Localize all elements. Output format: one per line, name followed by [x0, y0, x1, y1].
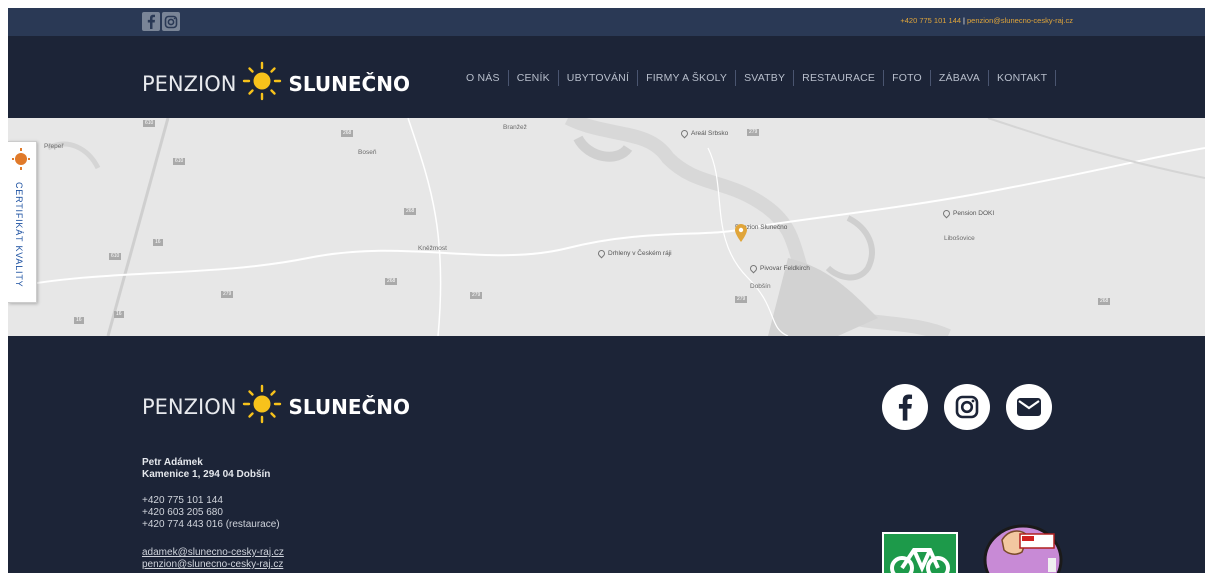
nav-item-firmy-a-skoly[interactable]: FIRMY A ŠKOLY	[638, 70, 737, 86]
footer-logo[interactable]: PENZION SLUNEČNO	[142, 384, 410, 429]
road-number: 279	[735, 296, 748, 303]
facebook-small-icon[interactable]	[142, 12, 160, 31]
road-number: 16	[74, 317, 84, 324]
certificate-sun-icon	[12, 148, 30, 170]
map-pin-icon	[596, 248, 607, 259]
map-poi-label: Pivovar Feldkirch	[760, 265, 810, 272]
phone-3[interactable]: +420 774 443 016 (restaurace)	[142, 519, 280, 530]
nav-item-zabava[interactable]: ZÁBAVA	[931, 70, 989, 86]
phone-2[interactable]: +420 603 205 680	[142, 507, 223, 518]
map-poi-label: Pension DOKI	[953, 210, 995, 217]
map-poi-label: Areál Srbsko	[691, 130, 729, 137]
map-poi-main[interactable]: Penzion Slunečno	[735, 224, 787, 242]
road-number: 279	[747, 129, 760, 136]
badge-green-area	[884, 534, 956, 573]
page-frame: +420 775 101 144 | penzion@slunecno-cesky-…	[8, 8, 1205, 573]
road-number: 610	[143, 120, 156, 127]
email-adamek[interactable]: adamek@slunecno-cesky-raj.cz	[142, 547, 284, 558]
logo-word-slunecno: SLUNEČNO	[288, 394, 410, 419]
family-friendly-badge[interactable]	[978, 522, 1068, 573]
map-pin-icon	[941, 208, 952, 219]
nav-item-ubytovani[interactable]: UBYTOVÁNÍ	[559, 70, 639, 86]
main-nav: O NÁS CENÍK UBYTOVÁNÍ FIRMY A ŠKOLY SVAT…	[458, 70, 1057, 86]
nav-item-kontakt[interactable]: KONTAKT	[989, 70, 1057, 86]
road-number: 16	[114, 311, 124, 318]
top-email[interactable]: penzion@slunecno-cesky-raj.cz	[967, 16, 1073, 25]
owner-address: Kamenice 1, 294 04 Dobšín	[142, 469, 271, 480]
bicycle-icon	[890, 548, 950, 573]
header-logo[interactable]: PENZION SLUNEČNO	[142, 61, 410, 106]
map-pin-icon	[679, 128, 690, 139]
road-number: 610	[109, 253, 122, 260]
top-social	[142, 12, 180, 31]
nav-item-svatby[interactable]: SVATBY	[736, 70, 795, 86]
road-number: 16	[153, 239, 163, 246]
map-poi[interactable]: Drhleny v Českém ráji	[596, 248, 672, 259]
map-place-label: Kněžmost	[418, 245, 447, 252]
road-number: 268	[385, 278, 398, 285]
sun-icon	[242, 384, 282, 429]
map-place-label: Přepeř	[44, 143, 64, 150]
certificate-label: CERTIFIKÁT KVALITY	[14, 182, 24, 288]
map-place-label: Dobšín	[750, 283, 771, 290]
nav-item-foto[interactable]: FOTO	[884, 70, 931, 86]
nav-item-cenik[interactable]: CENÍK	[509, 70, 559, 86]
main-location-pin-icon	[735, 224, 747, 242]
email-link-2[interactable]: penzion@slunecno-cesky-raj.cz	[142, 559, 283, 570]
header: PENZION SLUNEČNO O NÁS CENÍK UBYTOVÁNÍ F…	[8, 36, 1205, 118]
logo-word-penzion: PENZION	[142, 394, 237, 419]
top-contact: +420 775 101 144 | penzion@slunecno-cesky-…	[900, 16, 1073, 25]
cyclists-welcome-badge[interactable]	[882, 532, 958, 573]
map-place-label: Branžež	[503, 124, 527, 131]
certificate-tab[interactable]: CERTIFIKÁT KVALITY	[8, 141, 37, 303]
map-pin-icon	[748, 263, 759, 274]
road-number: 268	[1098, 298, 1111, 305]
instagram-icon[interactable]	[944, 384, 990, 430]
map-poi[interactable]: Areál Srbsko	[679, 128, 729, 139]
logo-word-slunecno: SLUNEČNO	[288, 71, 410, 96]
road-number: 610	[173, 158, 186, 165]
top-phone[interactable]: +420 775 101 144	[900, 16, 961, 25]
road-number: 268	[404, 208, 417, 215]
road-number: 279	[470, 292, 483, 299]
map-place-label: Libošovice	[944, 235, 975, 242]
footer: PENZION SLUNEČNO Petr Adámek Kamenice 1,…	[8, 336, 1205, 573]
owner-name: Petr Adámek	[142, 457, 203, 468]
map-poi-label: Drhleny v Českém ráji	[608, 250, 672, 257]
road-number: 268	[341, 130, 354, 137]
map-poi[interactable]: Pension DOKI	[941, 208, 995, 219]
logo-word-penzion: PENZION	[142, 71, 237, 96]
email-link-1[interactable]: adamek@slunecno-cesky-raj.cz	[142, 547, 284, 558]
nav-item-o-nas[interactable]: O NÁS	[458, 70, 509, 86]
sun-icon	[242, 61, 282, 106]
mail-icon[interactable]	[1006, 384, 1052, 430]
email-penzion[interactable]: penzion@slunecno-cesky-raj.cz	[142, 559, 283, 570]
facebook-icon[interactable]	[882, 384, 928, 430]
nav-item-restaurace[interactable]: RESTAURACE	[794, 70, 885, 86]
top-separator: |	[963, 16, 965, 25]
map-poi[interactable]: Pivovar Feldkirch	[748, 263, 810, 274]
map-place-label: Boseň	[358, 149, 377, 156]
instagram-small-icon[interactable]	[162, 12, 180, 31]
phone-1[interactable]: +420 775 101 144	[142, 495, 223, 506]
top-bar: +420 775 101 144 | penzion@slunecno-cesky-…	[8, 8, 1205, 36]
map-background	[8, 118, 1205, 336]
road-number: 279	[221, 291, 234, 298]
location-map[interactable]: Přepeř Boseň Branžež Kněžmost Dobšín Lib…	[8, 118, 1205, 336]
